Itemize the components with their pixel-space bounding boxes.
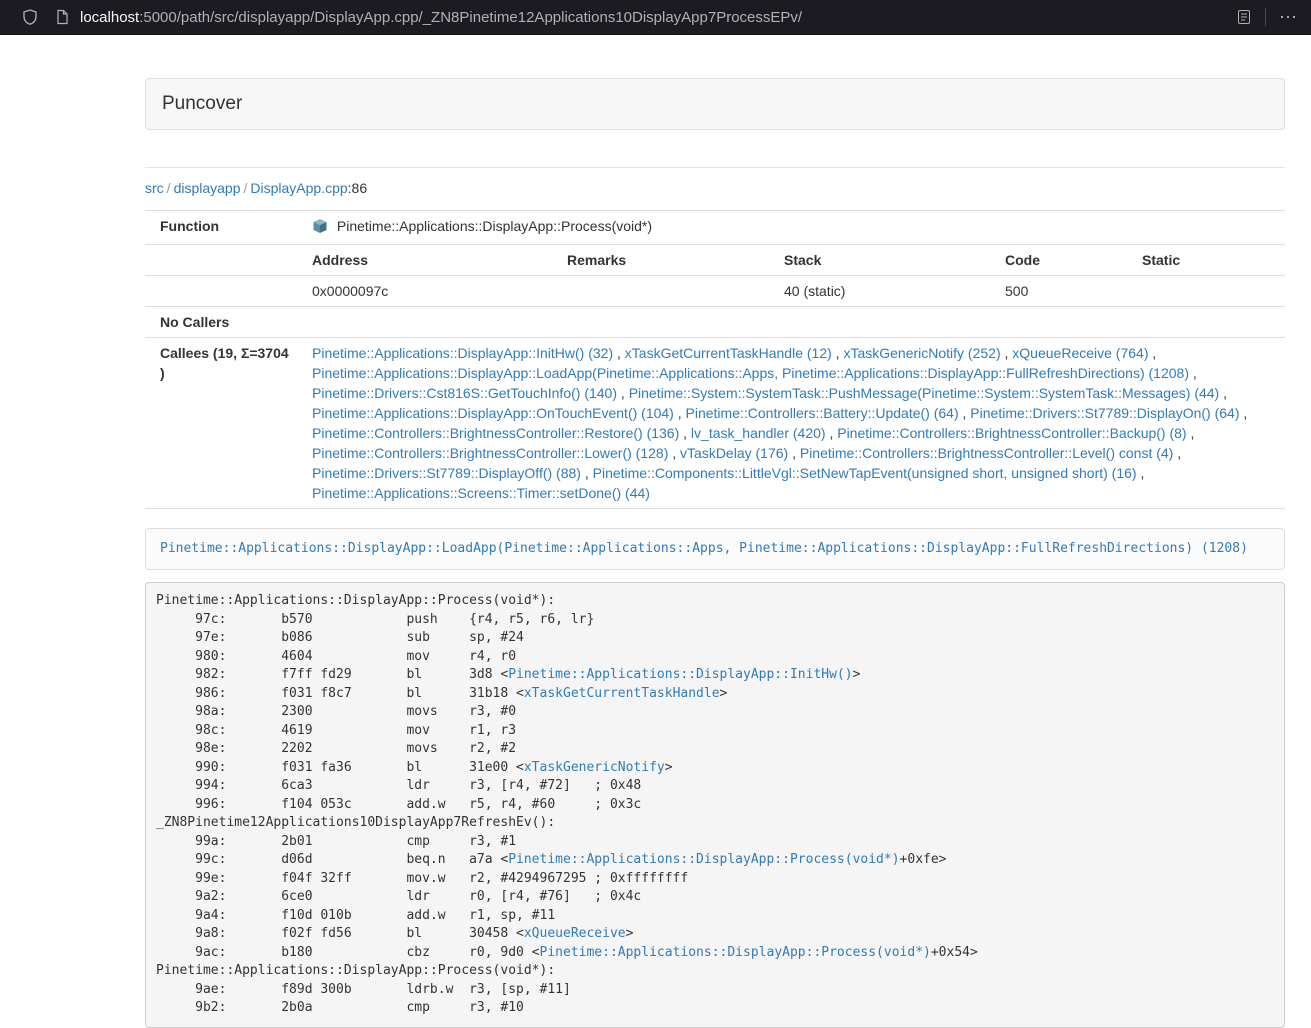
- metrics-header-row: AddressRemarksStackCodeStatic: [145, 245, 1285, 276]
- callees-label: Callees (19, Σ=3704 ): [145, 338, 297, 509]
- symbol-highlight-box: Pinetime::Applications::DisplayApp::Load…: [145, 528, 1285, 570]
- url-host: localhost: [80, 9, 139, 26]
- callee-link[interactable]: Pinetime::System::SystemTask::PushMessag…: [629, 385, 1220, 401]
- column-header-stack: Stack: [769, 245, 990, 276]
- disassembly: Pinetime::Applications::DisplayApp::Proc…: [145, 582, 1285, 1028]
- reader-mode-icon[interactable]: [1236, 9, 1252, 25]
- callee-link[interactable]: Pinetime::Controllers::BrightnessControl…: [837, 425, 1186, 441]
- breadcrumb-link[interactable]: src: [145, 180, 164, 196]
- no-callers-cell: [297, 307, 1285, 338]
- callee-link[interactable]: Pinetime::Drivers::St7789::DisplayOn() (…: [970, 405, 1239, 421]
- metrics-header-spacer: [145, 245, 297, 276]
- code-symbol-link[interactable]: xTaskGetCurrentTaskHandle: [524, 686, 720, 701]
- breadcrumb-link[interactable]: DisplayApp.cpp: [250, 180, 347, 196]
- page-container: Puncover src/displayapp/DisplayApp.cpp:8…: [145, 78, 1285, 1028]
- callees-row: Callees (19, Σ=3704 ) Pinetime::Applicat…: [145, 338, 1285, 509]
- breadcrumb-link[interactable]: displayapp: [174, 180, 241, 196]
- function-name-cell: Pinetime::Applications::DisplayApp::Proc…: [297, 211, 1285, 245]
- page-icon: [54, 9, 70, 25]
- column-header-remarks: Remarks: [552, 245, 769, 276]
- callee-link[interactable]: xTaskGetCurrentTaskHandle (12): [625, 345, 832, 361]
- code-symbol-link[interactable]: xTaskGenericNotify: [524, 760, 665, 775]
- breadcrumb: src/displayapp/DisplayApp.cpp:86: [145, 178, 1285, 198]
- callee-link[interactable]: Pinetime::Controllers::BrightnessControl…: [312, 445, 668, 461]
- remarks-value: [552, 276, 769, 307]
- breadcrumb-line-number: :86: [348, 180, 367, 196]
- callee-link[interactable]: lv_task_handler (420): [691, 425, 826, 441]
- no-callers-row: No Callers: [145, 307, 1285, 338]
- toolbar-divider: [1265, 8, 1266, 26]
- function-row-label: Function: [145, 211, 297, 245]
- code-symbol-link[interactable]: Pinetime::Applications::DisplayApp::Init…: [508, 667, 852, 682]
- function-table: Function Pinetime::Applications::Display…: [145, 210, 1285, 509]
- url-text: localhost:5000/path/src/displayapp/Displ…: [80, 9, 802, 26]
- url-bar[interactable]: localhost:5000/path/src/displayapp/Displ…: [54, 9, 1224, 26]
- column-header-code: Code: [990, 245, 1127, 276]
- browser-chrome: localhost:5000/path/src/displayapp/Displ…: [0, 0, 1311, 35]
- toolbar-actions: ⋯: [1236, 8, 1297, 26]
- callee-link[interactable]: Pinetime::Controllers::BrightnessControl…: [800, 445, 1173, 461]
- breadcrumb-separator: /: [164, 180, 174, 196]
- callee-link[interactable]: Pinetime::Controllers::Battery::Update()…: [686, 405, 959, 421]
- callee-link[interactable]: Pinetime::Components::LittleVgl::SetNewT…: [593, 465, 1137, 481]
- address-value: 0x0000097c: [297, 276, 552, 307]
- callees-cell: Pinetime::Applications::DisplayApp::Init…: [297, 338, 1285, 509]
- divider: [145, 167, 1285, 168]
- stack-value: 40 (static): [769, 276, 990, 307]
- url-path: :5000/path/src/displayapp/DisplayApp.cpp…: [139, 9, 802, 26]
- function-name: Pinetime::Applications::DisplayApp::Proc…: [337, 218, 652, 234]
- callee-link[interactable]: Pinetime::Applications::DisplayApp::Init…: [312, 345, 613, 361]
- no-callers-label: No Callers: [145, 307, 297, 338]
- callee-link[interactable]: Pinetime::Drivers::St7789::DisplayOff() …: [312, 465, 581, 481]
- metrics-row: 0x0000097c 40 (static) 500: [145, 276, 1285, 307]
- page-panel: Puncover: [145, 78, 1285, 130]
- function-row: Function Pinetime::Applications::Display…: [145, 211, 1285, 245]
- code-symbol-link[interactable]: Pinetime::Applications::DisplayApp::Proc…: [508, 852, 899, 867]
- callee-link[interactable]: Pinetime::Applications::DisplayApp::Load…: [312, 365, 1189, 381]
- code-symbol-link[interactable]: xQueueReceive: [524, 926, 626, 941]
- column-header-address: Address: [297, 245, 552, 276]
- code-value: 500: [990, 276, 1127, 307]
- callee-link[interactable]: xTaskGenericNotify (252): [843, 345, 1000, 361]
- overflow-menu-icon[interactable]: ⋯: [1279, 9, 1297, 25]
- column-header-static: Static: [1127, 245, 1285, 276]
- code-symbol-link[interactable]: Pinetime::Applications::DisplayApp::Proc…: [540, 945, 931, 960]
- function-cube-icon: [312, 218, 328, 239]
- metrics-row-spacer: [145, 276, 297, 307]
- page-title: Puncover: [146, 79, 1284, 129]
- callee-link[interactable]: Pinetime::Controllers::BrightnessControl…: [312, 425, 679, 441]
- callee-link[interactable]: Pinetime::Applications::DisplayApp::OnTo…: [312, 405, 674, 421]
- callee-link[interactable]: xQueueReceive (764): [1012, 345, 1148, 361]
- static-value: [1127, 276, 1285, 307]
- symbol-highlight-link[interactable]: Pinetime::Applications::DisplayApp::Load…: [160, 541, 1248, 556]
- breadcrumb-separator: /: [241, 180, 251, 196]
- callee-link[interactable]: Pinetime::Drivers::Cst816S::GetTouchInfo…: [312, 385, 617, 401]
- callee-link[interactable]: Pinetime::Applications::Screens::Timer::…: [312, 485, 650, 501]
- callee-link[interactable]: vTaskDelay (176): [680, 445, 788, 461]
- shield-icon[interactable]: [22, 9, 38, 25]
